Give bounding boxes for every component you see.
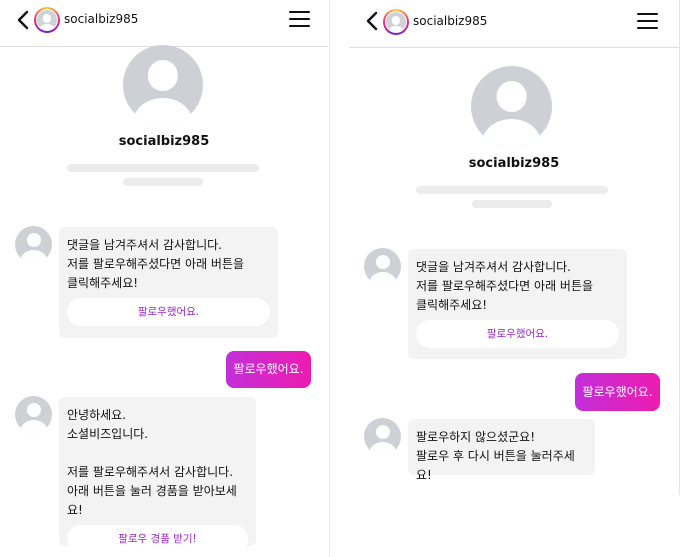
received-message: 팔로우하지 않으셨군요! 팔로우 후 다시 버튼을 눌러주세요! [408,419,595,482]
followed-button[interactable]: 팔로우했어요. [67,298,270,326]
header-username[interactable]: socialbiz985 [413,14,487,28]
profile-skeleton-line [67,164,259,172]
profile-avatar [123,45,203,125]
message-avatar [15,396,52,433]
profile-skeleton-line [123,178,203,186]
profile-name: socialbiz985 [468,156,560,171]
profile-name: socialbiz985 [118,134,210,149]
panel-gap [328,0,349,557]
message-text: 팔로우하지 않으셨군요! 팔로우 후 다시 버튼을 눌러주세요! [416,430,575,482]
followed-button[interactable]: 팔로우했어요. [416,320,619,348]
sent-message: 팔로우했어요. [575,373,660,411]
message-text: 안녕하세요. 소셜비즈입니다. 저를 팔로우해주셔서 감사합니다. 아래 버튼을… [67,408,237,517]
panel-divider [329,0,330,557]
chat-panel-right: socialbiz985 socialbiz985 댓글을 남겨주셔서 감사합니… [349,0,679,557]
back-chevron-icon[interactable] [363,10,383,32]
back-chevron-icon[interactable] [14,9,34,31]
panel-edge [679,0,680,495]
menu-icon[interactable] [637,13,658,30]
header-username[interactable]: socialbiz985 [64,12,138,26]
sent-message: 팔로우했어요. [226,351,311,388]
profile-avatar [471,66,552,147]
chat-header: socialbiz985 [349,0,679,48]
message-avatar [15,226,52,263]
received-message: 안녕하세요. 소셜비즈입니다. 저를 팔로우해주셔서 감사합니다. 아래 버튼을… [59,397,256,553]
message-text: 댓글을 남겨주셔서 감사합니다. 저를 팔로우해주셨다면 아래 버튼을 클릭해주… [416,260,594,312]
header-avatar[interactable] [383,9,409,35]
profile-skeleton-line [416,186,608,194]
message-avatar [364,418,401,455]
received-message: 댓글을 남겨주셔서 감사합니다. 저를 팔로우해주셨다면 아래 버튼을 클릭해주… [408,249,627,359]
message-avatar [364,248,401,285]
profile-skeleton-line [472,200,552,208]
chat-panel-left: socialbiz985 socialbiz985 댓글을 남겨주셔서 감사합니… [0,0,328,557]
received-message: 댓글을 남겨주셔서 감사합니다. 저를 팔로우해주셨다면 아래 버튼을 클릭해주… [59,227,278,338]
chat-header: socialbiz985 [0,0,328,47]
message-text: 댓글을 남겨주셔서 감사합니다. 저를 팔로우해주셨다면 아래 버튼을 클릭해주… [67,238,245,290]
menu-icon[interactable] [289,11,310,28]
get-prize-button[interactable]: 팔로우 경품 받기! [67,525,248,553]
header-avatar[interactable] [34,7,60,33]
